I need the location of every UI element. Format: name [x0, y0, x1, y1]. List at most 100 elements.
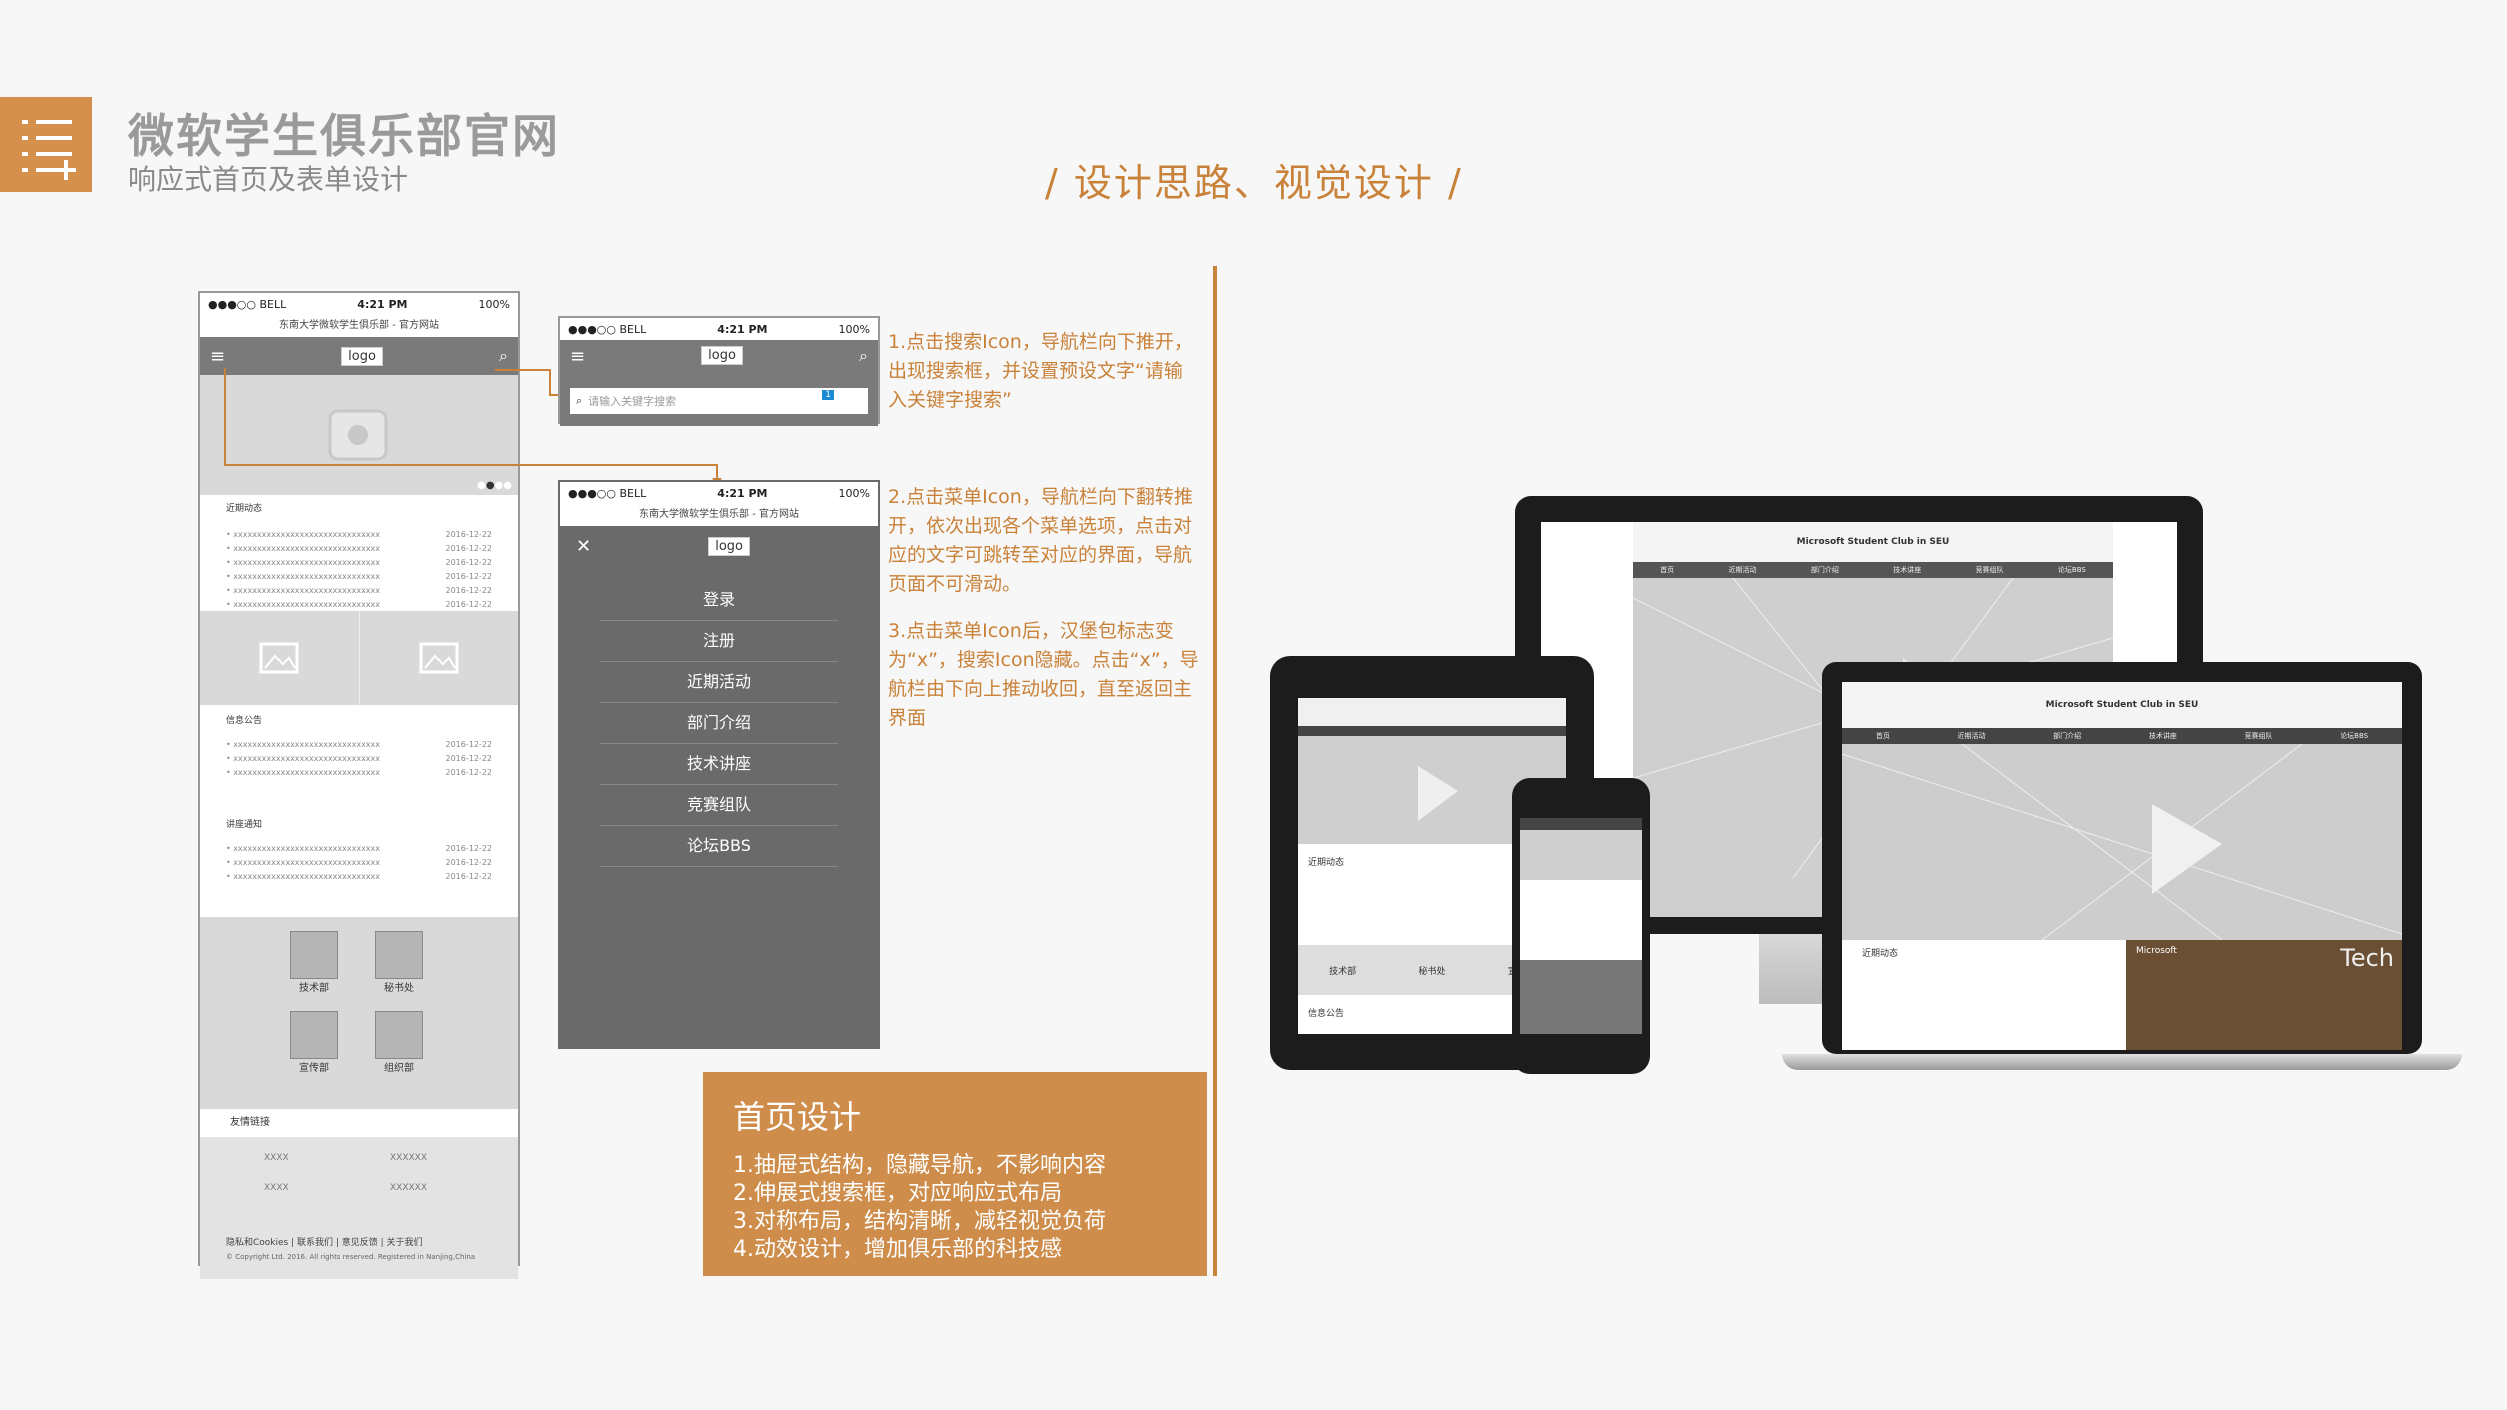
section-heading: 近期动态 — [226, 504, 263, 514]
device-dept-label[interactable]: 秘书处 — [1418, 964, 1445, 977]
carrier-label: ●●●○○ BELL — [568, 322, 647, 336]
department-tile[interactable]: 技术部 — [290, 931, 338, 994]
site-title-en: Microsoft Student Club in SEU — [1796, 537, 1950, 547]
department-tile[interactable]: 秘书处 — [375, 931, 423, 994]
department-tile[interactable]: 组织部 — [375, 1011, 423, 1074]
menu-item[interactable]: 技术讲座 — [600, 744, 838, 785]
section-heading: 讲座通知 — [226, 820, 263, 830]
time-label: 4:21 PM — [717, 486, 768, 500]
search-input[interactable]: ⌕ 请输入关键字搜索 1 — [570, 387, 868, 414]
device-nav-item[interactable]: 首页 — [1660, 565, 1674, 575]
note-menu: 2.点击菜单Icon，导航栏向下翻转推开，依次出现各个菜单选项，点击对应的文字可… — [888, 486, 1193, 595]
device-nav-item[interactable]: 近期活动 — [1729, 565, 1757, 575]
list-item[interactable]: • xxxxxxxxxxxxxxxxxxxxxxxxxxxxxxx 2016-12… — [226, 570, 492, 584]
list-item-text: • xxxxxxxxxxxxxxxxxxxxxxxxxxxxxxx — [226, 530, 381, 539]
list-item-text: • xxxxxxxxxxxxxxxxxxxxxxxxxxxxxxx — [226, 754, 381, 763]
link-item[interactable]: XXXXXX — [390, 1153, 427, 1163]
list-item[interactable]: • xxxxxxxxxxxxxxxxxxxxxxxxxxxxxxx 2016-12… — [226, 870, 492, 884]
list-item[interactable]: • xxxxxxxxxxxxxxxxxxxxxxxxxxxxxxx 2016-12… — [226, 556, 492, 570]
device-nav-item[interactable]: 部门介绍 — [1811, 565, 1839, 575]
list-item[interactable]: • xxxxxxxxxxxxxxxxxxxxxxxxxxxxxxx 2016-12… — [226, 542, 492, 556]
search-placeholder: 请输入关键字搜索 — [588, 394, 677, 408]
list-item[interactable]: • xxxxxxxxxxxxxxxxxxxxxxxxxxxxxxx 2016-12… — [226, 856, 492, 870]
device-nav-item[interactable]: 论坛BBS — [2340, 731, 2368, 741]
lecture-section: 讲座通知 • xxxxxxxxxxxxxxxxxxxxxxxxxxxxxxx 20… — [200, 811, 518, 917]
menu-item[interactable]: 竞赛组队 — [600, 785, 838, 826]
hamburger-icon[interactable]: ≡ — [570, 346, 585, 367]
list-item[interactable]: • xxxxxxxxxxxxxxxxxxxxxxxxxxxxxxx 2016-12… — [226, 766, 492, 780]
footer-links[interactable]: 隐私和Cookies | 联系我们 | 意见反馈 | 关于我们 — [226, 1235, 423, 1248]
notice-label: 信息公告 — [1308, 1009, 1345, 1019]
list-item[interactable]: • xxxxxxxxxxxxxxxxxxxxxxxxxxxxxxx 2016-12… — [226, 528, 492, 542]
link-item[interactable]: XXXX — [264, 1183, 289, 1193]
menu-item[interactable]: 论坛BBS — [600, 826, 838, 867]
device-nav-item[interactable]: 论坛BBS — [2058, 565, 2086, 575]
ms-label: Microsoft — [2136, 946, 2177, 956]
list-item[interactable]: • xxxxxxxxxxxxxxxxxxxxxxxxxxxxxxx 2016-12… — [226, 598, 492, 612]
list-item-text: • xxxxxxxxxxxxxxxxxxxxxxxxxxxxxxx — [226, 740, 381, 749]
device-nav-item[interactable]: 首页 — [1876, 731, 1890, 741]
box-title: 首页设计 — [733, 1098, 862, 1136]
department-label: 秘书处 — [384, 983, 414, 994]
page-title: 微软学生俱乐部官网 — [128, 109, 560, 163]
list-item-text: • xxxxxxxxxxxxxxxxxxxxxxxxxxxxxxx — [226, 586, 381, 595]
logo[interactable]: logo — [708, 536, 750, 556]
device-nav-item[interactable]: 部门介绍 — [2053, 731, 2081, 741]
battery-label: 100% — [478, 297, 510, 311]
list-item-date: 2016-12-22 — [445, 558, 493, 567]
search-icon[interactable]: ⌕ — [859, 346, 868, 366]
device-dept-label[interactable]: 技术部 — [1329, 964, 1356, 977]
list-item-text: • xxxxxxxxxxxxxxxxxxxxxxxxxxxxxxx — [226, 544, 381, 553]
list-item-date: 2016-12-22 — [445, 600, 493, 609]
department-tile[interactable]: 宣传部 — [290, 1011, 338, 1074]
link-item[interactable]: XXXXXX — [390, 1183, 427, 1193]
department-label: 宣传部 — [299, 1063, 329, 1074]
laptop-mockup: Microsoft Student Club in SEU 首页 近期活动 部门介绍… — [1782, 662, 2462, 1070]
status-bar: ●●●○○ BELL 4:21 PM 100% — [560, 318, 878, 340]
link-item[interactable]: XXXX — [264, 1153, 289, 1163]
list-item[interactable]: • xxxxxxxxxxxxxxxxxxxxxxxxxxxxxxx 2016-12… — [226, 752, 492, 766]
menu-item[interactable]: 近期活动 — [600, 662, 838, 703]
battery-label: 100% — [838, 486, 870, 500]
section-title: / 设计思路、视觉设计 / — [1045, 161, 1463, 205]
list-item[interactable]: • xxxxxxxxxxxxxxxxxxxxxxxxxxxxxxx 2016-12… — [226, 842, 492, 856]
list-item-text: • xxxxxxxxxxxxxxxxxxxxxxxxxxxxxxx — [226, 872, 381, 881]
status-bar: ●●●○○ BELL 4:21 PM 100% — [200, 293, 518, 315]
list-item-date: 2016-12-22 — [445, 872, 493, 881]
menu-item[interactable]: 登录 — [600, 580, 838, 621]
note-close: 3.点击菜单Icon后，汉堡包标志变为“x”，搜索Icon隐藏。点击“x”，导航… — [888, 620, 1199, 729]
list-item-date: 2016-12-22 — [445, 572, 493, 581]
device-nav-item[interactable]: 技术讲座 — [2149, 731, 2177, 741]
device-nav-item[interactable]: 竞赛组队 — [1976, 565, 2004, 575]
links-title: 友情链接 — [200, 1109, 518, 1137]
site-title-en: Microsoft Student Club in SEU — [2045, 700, 2199, 710]
phone-menu-wireframe: ●●●○○ BELL 4:21 PM 100% 东南大学微软学生俱乐部 - 官方… — [558, 480, 880, 1049]
device-nav-item[interactable]: 竞赛组队 — [2245, 731, 2273, 741]
menu-item[interactable]: 部门介绍 — [600, 703, 838, 744]
menu-item[interactable]: 注册 — [600, 621, 838, 662]
recent-label: 近期动态 — [1862, 949, 1899, 959]
design-point: 3.对称布局，结构清晰，减轻视觉负荷 — [733, 1209, 1106, 1234]
note-search: 1.点击搜索Icon，导航栏向下推开，出现搜索框，并设置预设文字“请输入关键字搜… — [888, 331, 1193, 411]
department-label: 技术部 — [299, 983, 329, 994]
device-nav-item[interactable]: 近期活动 — [1958, 731, 1986, 741]
list-item[interactable]: • xxxxxxxxxxxxxxxxxxxxxxxxxxxxxxx 2016-12… — [226, 584, 492, 598]
design-point: 1.抽屉式结构，隐藏导航，不影响内容 — [733, 1153, 1106, 1178]
close-icon[interactable]: ✕ — [576, 536, 591, 557]
list-item-text: • xxxxxxxxxxxxxxxxxxxxxxxxxxxxxxx — [226, 844, 381, 853]
menu-header: ✕ logo — [560, 526, 878, 566]
recent-section: 近期动态 • xxxxxxxxxxxxxxxxxxxxxxxxxxxxxxx 20… — [200, 495, 518, 611]
section-heading: 信息公告 — [226, 716, 263, 726]
search-icon: ⌕ — [576, 393, 583, 407]
site-name: 东南大学微软学生俱乐部 - 官方网站 — [560, 504, 878, 526]
list-item-text: • xxxxxxxxxxxxxxxxxxxxxxxxxxxxxxx — [226, 600, 381, 609]
phone-search-wireframe: ●●●○○ BELL 4:21 PM 100% ≡ logo ⌕ ⌕ 请输入关键… — [558, 316, 880, 426]
battery-label: 100% — [838, 322, 870, 336]
device-nav-item[interactable]: 技术讲座 — [1893, 565, 1921, 575]
logo[interactable]: logo — [701, 346, 743, 365]
list-item[interactable]: • xxxxxxxxxxxxxxxxxxxxxxxxxxxxxxx 2016-12… — [226, 738, 492, 752]
list-item-date: 2016-12-22 — [445, 544, 493, 553]
links-area: XXXX XXXXXX XXXX XXXXXX 隐私和Cookies | 联系我… — [200, 1137, 518, 1279]
department-grid: 技术部 秘书处 宣传部 组织部 — [200, 917, 518, 1109]
list-item-date: 2016-12-22 — [445, 740, 493, 749]
